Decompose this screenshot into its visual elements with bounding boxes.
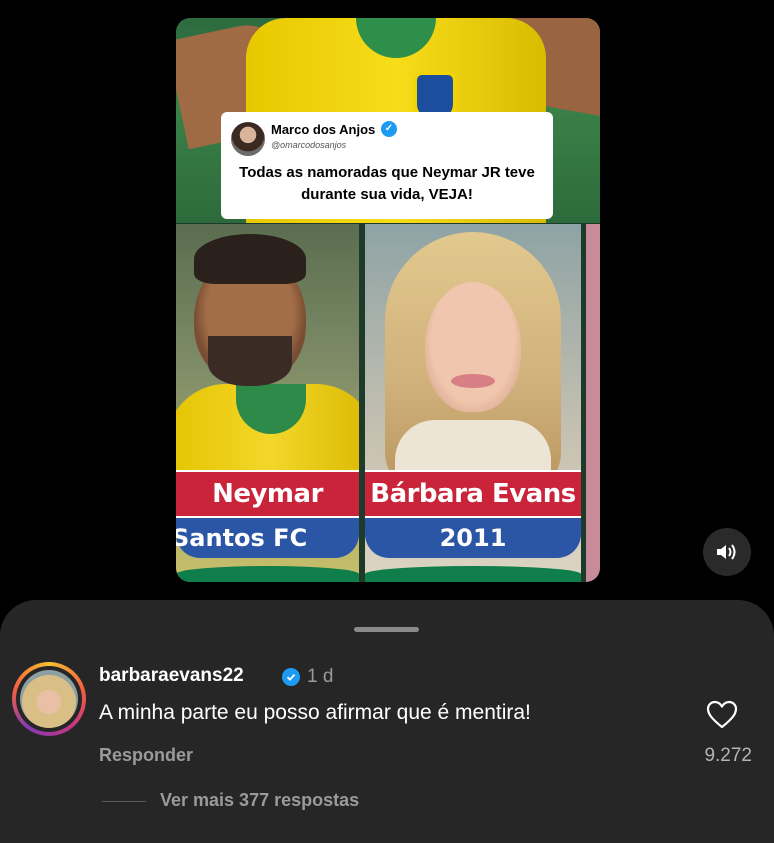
- comment-time: 1 d: [307, 666, 334, 687]
- avatar[interactable]: [20, 670, 78, 728]
- card-barbara-evans: Bárbara Evans 2011: [365, 224, 581, 582]
- verified-badge-icon: [282, 668, 300, 686]
- view-more-replies-button[interactable]: Ver mais 377 respostas: [160, 790, 359, 811]
- tweet-card: Marco dos Anjos ✓ @omarcodosanjos Todas …: [221, 112, 553, 219]
- like-count: 9.272: [704, 745, 752, 766]
- card-subtitle-label: Santos FC: [176, 518, 359, 558]
- tweet-author: Marco dos Anjos: [271, 122, 376, 137]
- speaker-icon: [717, 544, 736, 560]
- card-partial: [586, 224, 600, 582]
- tweet-handle: @omarcodosanjos: [271, 140, 347, 150]
- tweet-text: Todas as namoradas que Neymar JR teve du…: [239, 164, 535, 203]
- verified-badge-icon: ✓: [381, 121, 397, 137]
- tweet-avatar: [231, 122, 265, 156]
- video-player[interactable]: Marco dos Anjos ✓ @omarcodosanjos Todas …: [176, 18, 600, 582]
- divider: [102, 801, 146, 802]
- comments-sheet: barbaraevans22 1 d A minha parte eu poss…: [0, 600, 774, 843]
- sound-toggle-button[interactable]: [703, 528, 751, 576]
- comment-text: A minha parte eu posso afirmar que é men…: [99, 701, 531, 724]
- reply-button[interactable]: Responder: [99, 745, 193, 766]
- sheet-grabber[interactable]: [354, 627, 419, 632]
- heart-icon[interactable]: [706, 700, 738, 730]
- comment-username[interactable]: barbaraevans22: [99, 665, 244, 687]
- card-name-label: Bárbara Evans: [365, 470, 581, 518]
- card-subtitle-label: 2011: [365, 518, 581, 558]
- card-name-label: Neymar: [176, 470, 359, 518]
- card-neymar: Neymar Santos FC: [176, 224, 359, 582]
